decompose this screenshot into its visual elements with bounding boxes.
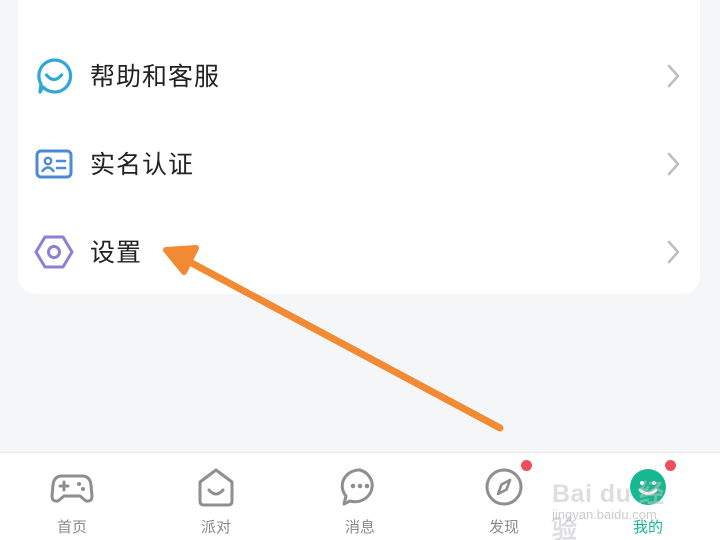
headset-smile-icon	[34, 56, 74, 96]
home-smile-icon	[194, 465, 238, 509]
compass-icon	[482, 465, 526, 509]
tab-label: 消息	[344, 518, 375, 536]
hexagon-gear-icon	[34, 232, 74, 272]
id-card-icon	[34, 144, 74, 184]
tab-party[interactable]: 派对	[144, 453, 288, 540]
profile-icon	[626, 465, 670, 509]
tab-label: 发现	[488, 518, 519, 536]
menu-item-settings[interactable]: 设置	[18, 208, 700, 296]
menu-item-label: 设置	[90, 238, 143, 267]
tab-label: 首页	[56, 518, 87, 536]
menu-item-help[interactable]: 帮助和客服	[18, 32, 700, 120]
chevron-right-icon	[664, 62, 684, 90]
chevron-right-icon	[664, 150, 684, 178]
chevron-right-icon	[664, 238, 684, 266]
tab-profile[interactable]: 我的	[576, 453, 720, 540]
chat-bubble-icon	[338, 465, 382, 509]
notification-badge	[520, 459, 533, 472]
tab-discover[interactable]: 发现	[432, 453, 576, 540]
menu-item-label: 帮助和客服	[90, 62, 221, 91]
menu-item-label: 实名认证	[90, 150, 195, 179]
tab-label: 派对	[200, 518, 231, 536]
bottom-tab-bar: 首页 派对 消息 发现 我的	[0, 452, 720, 540]
notification-badge	[664, 459, 677, 472]
tab-messages[interactable]: 消息	[288, 453, 432, 540]
gamepad-icon	[50, 465, 94, 509]
tab-home[interactable]: 首页	[0, 453, 144, 540]
menu-item-verification[interactable]: 实名认证	[18, 120, 700, 208]
tab-label: 我的	[632, 518, 663, 536]
